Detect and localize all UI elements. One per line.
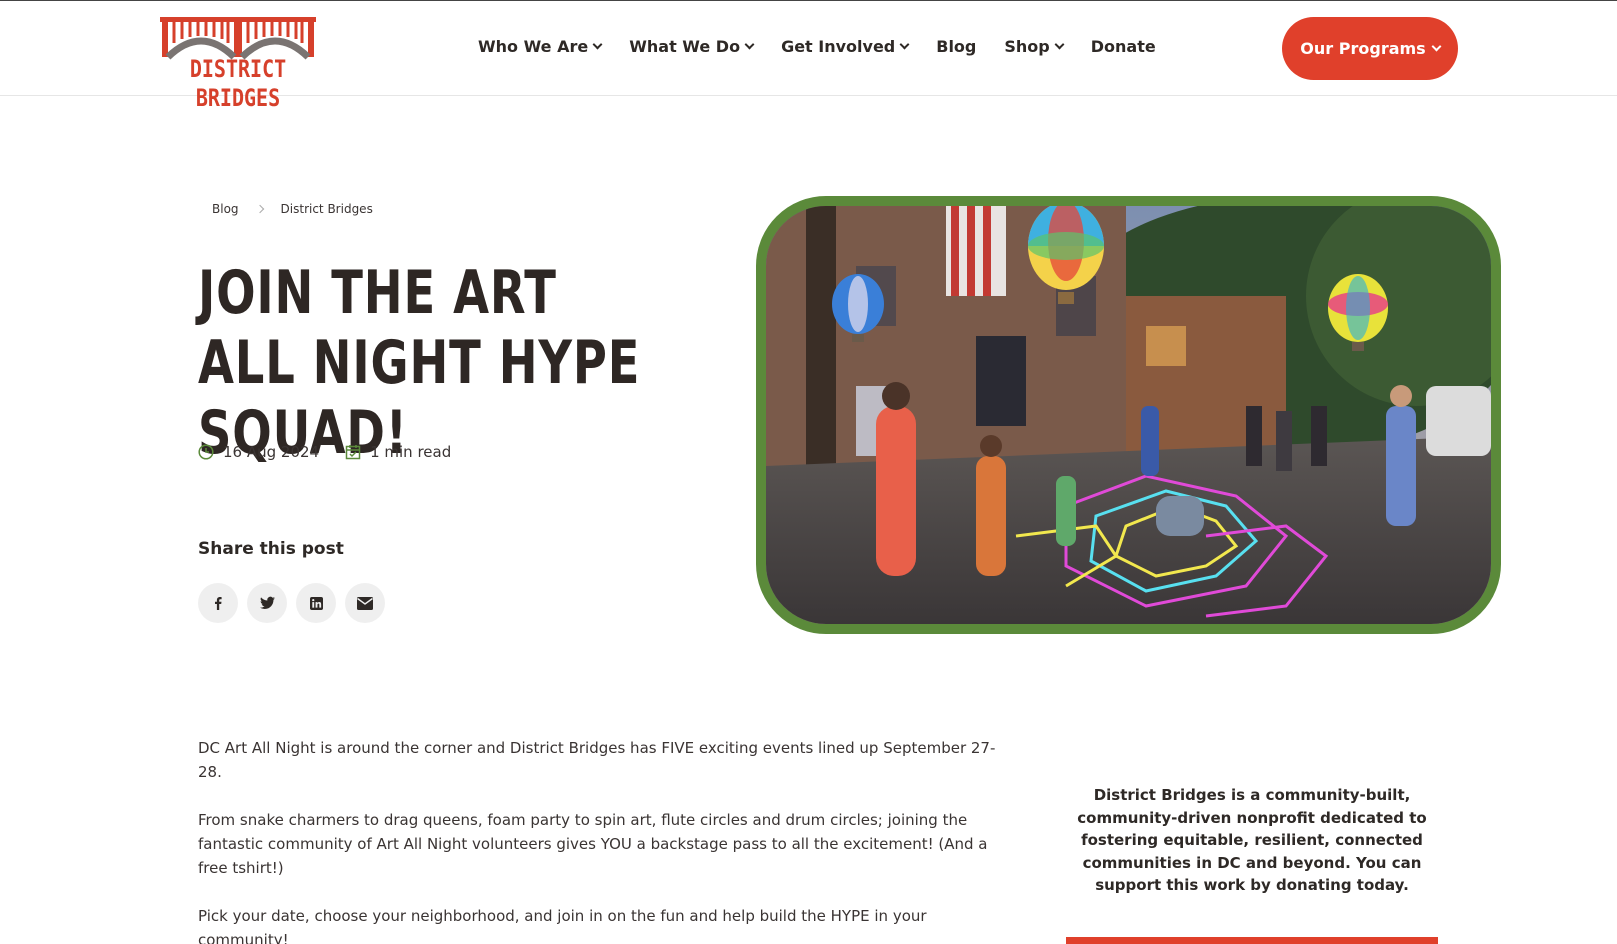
art-all-night-photo [766,206,1491,624]
share-twitter-button[interactable] [247,583,287,623]
twitter-icon [259,596,275,609]
post-date: 16 Aug 2024 [198,443,319,461]
nav-label: Who We Are [478,37,589,56]
nav-what-we-do[interactable]: What We Do [629,37,755,56]
sidebar-donate-button[interactable] [1066,937,1438,944]
nav-donate[interactable]: Donate [1091,37,1156,56]
chevron-down-icon [1054,39,1065,50]
post-date-text: 16 Aug 2024 [223,443,320,461]
district-bridges-logo[interactable]: DISTRICT BRIDGES [160,15,316,112]
our-programs-button[interactable]: Our Programs [1282,17,1458,80]
breadcrumb-current[interactable]: District Bridges [281,202,373,216]
share-facebook-button[interactable] [198,583,238,623]
nav-get-involved[interactable]: Get Involved [781,37,910,56]
site-header: DISTRICT BRIDGES Who We Are What We Do G… [0,0,1617,112]
nav-label: Get Involved [781,37,896,56]
share-linkedin-button[interactable] [296,583,336,623]
nav-label: Donate [1090,37,1156,56]
our-programs-label: Our Programs [1300,39,1426,58]
post-read-time: 1 min read [345,443,451,461]
linkedin-icon [309,596,323,610]
nav-shop[interactable]: Shop [1004,37,1065,56]
nav-blog[interactable]: Blog [936,37,976,56]
chevron-right-icon [255,204,264,214]
nav-who-we-are[interactable]: Who We Are [478,37,603,56]
nav-label: What We Do [629,37,741,56]
chevron-down-icon [1431,41,1442,52]
share-buttons [198,583,385,623]
breadcrumb-blog-link[interactable]: Blog [212,202,239,216]
breadcrumb: Blog District Bridges [212,202,373,216]
nav-label: Shop [1004,37,1050,56]
clock-icon [198,444,214,460]
post-paragraph: From snake charmers to drag queens, foam… [198,811,988,877]
post-body: DC Art All Night is around the corner an… [198,736,998,944]
post-paragraph: DC Art All Night is around the corner an… [198,739,996,781]
read-time-text: 1 min read [370,443,452,461]
facebook-icon [215,597,222,610]
email-icon [357,596,373,610]
post-paragraph: Pick your date, choose your neighborhood… [198,907,927,944]
logo-wordmark: DISTRICT BRIDGES [189,54,287,112]
share-email-button[interactable] [345,583,385,623]
share-title: Share this post [198,539,344,559]
sidebar-donate-blurb: District Bridges is a community-built, c… [1077,786,1427,894]
chevron-down-icon [592,39,603,50]
nav-label: Blog [936,37,977,56]
chevron-down-icon [899,39,910,50]
hero-image [756,196,1501,634]
post-meta: 16 Aug 2024 1 min read [198,443,451,461]
chevron-down-icon [744,39,755,50]
calendar-check-icon [345,445,361,460]
main-nav: Who We Are What We Do Get Involved Blog … [478,37,1156,56]
page-title: JOIN THE ART ALL NIGHT HYPE SQUAD! [198,258,641,468]
